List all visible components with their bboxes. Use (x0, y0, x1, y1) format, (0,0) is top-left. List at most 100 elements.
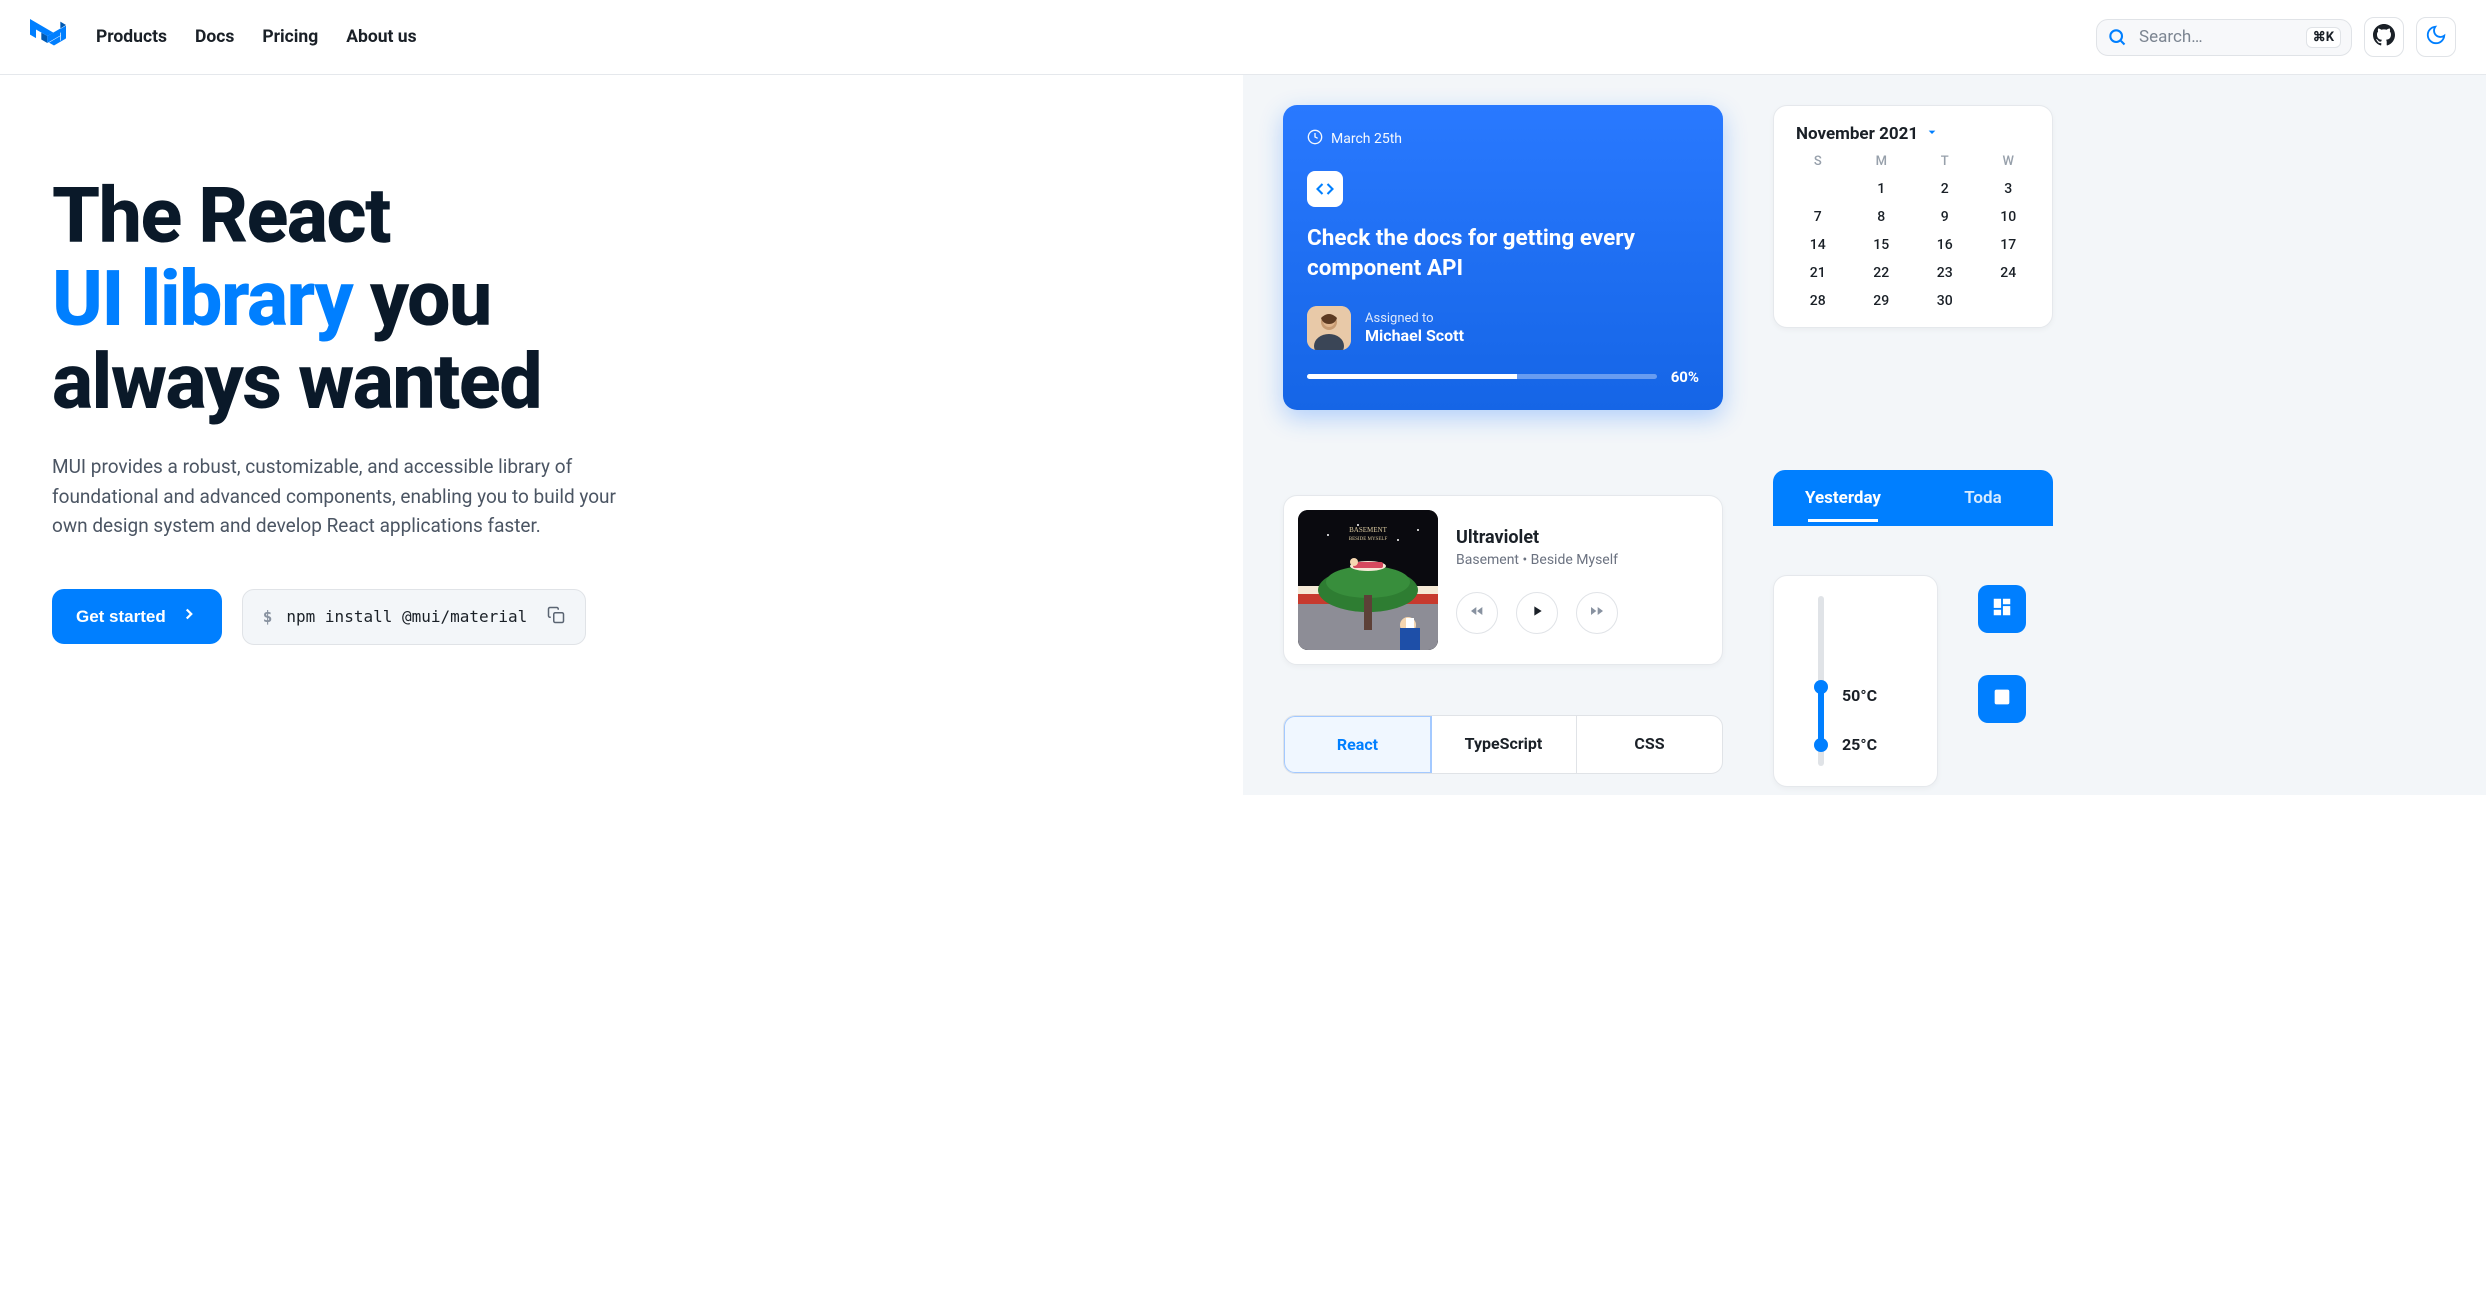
cta-row: Get started $ npm install @mui/material (52, 589, 1243, 645)
main: The React UI library you always wanted M… (0, 75, 2486, 795)
search-kbd: ⌘K (2306, 27, 2341, 48)
github-button[interactable] (2364, 17, 2404, 57)
temp-handle-lo[interactable] (1814, 738, 1828, 752)
dow: S (1786, 154, 1850, 169)
nav-about[interactable]: About us (346, 27, 416, 47)
play-icon (1529, 603, 1545, 623)
day[interactable]: 30 (1913, 293, 1977, 309)
temp-handle-hi[interactable] (1814, 680, 1828, 694)
media-meta: Ultraviolet Basement • Beside Myself (1456, 527, 1618, 634)
rewind-icon (1469, 603, 1485, 623)
day[interactable] (1977, 293, 2041, 309)
progress-percent: 60% (1671, 368, 1699, 386)
temp-labels: 50°C 25°C (1842, 596, 1877, 766)
hero-line3b: always wanted (52, 337, 541, 427)
task-card[interactable]: March 25th Check the docs for getting ev… (1283, 105, 1723, 410)
calendar-card[interactable]: November 2021 S M T W 1 2 3 7 8 9 10 14 … (1773, 105, 2053, 328)
search-placeholder: Search… (2139, 27, 2306, 47)
square-icon (1991, 686, 2013, 712)
code-icon (1307, 171, 1343, 207)
hero-subtitle: MUI provides a robust, customizable, and… (52, 452, 652, 540)
temperature-card[interactable]: 50°C 25°C (1773, 575, 1938, 787)
install-command[interactable]: $ npm install @mui/material (242, 589, 586, 645)
media-controls (1456, 592, 1618, 634)
task-progress: 60% (1307, 368, 1699, 386)
day[interactable]: 21 (1786, 265, 1850, 281)
day[interactable]: 29 (1850, 293, 1914, 309)
day[interactable]: 7 (1786, 209, 1850, 225)
nav-products[interactable]: Products (96, 27, 167, 47)
svg-text:BESIDE MYSELF: BESIDE MYSELF (1349, 537, 1388, 542)
forward-icon (1589, 603, 1605, 623)
hero-line2: UI library (52, 254, 352, 344)
play-button[interactable] (1516, 592, 1558, 634)
code-tabs: React TypeScript CSS (1283, 715, 1723, 774)
day[interactable]: 8 (1850, 209, 1914, 225)
day[interactable]: 3 (1977, 181, 2041, 197)
dropdown-icon (1924, 124, 1940, 144)
day[interactable]: 15 (1850, 237, 1914, 253)
avatar (1307, 306, 1351, 350)
chevron-right-icon (180, 605, 198, 628)
calendar-grid: S M T W 1 2 3 7 8 9 10 14 15 16 17 21 22… (1786, 154, 2040, 309)
day[interactable]: 10 (1977, 209, 2041, 225)
day[interactable]: 17 (1977, 237, 2041, 253)
dashboard-icon (1991, 596, 2013, 622)
rewind-button[interactable] (1456, 592, 1498, 634)
dow: T (1913, 154, 1977, 169)
get-started-button[interactable]: Get started (52, 589, 222, 644)
assigned-label: Assigned to (1365, 311, 1464, 326)
get-started-label: Get started (76, 607, 166, 627)
day[interactable]: 22 (1850, 265, 1914, 281)
calendar-month: November 2021 (1796, 124, 1918, 144)
install-text: npm install @mui/material (286, 607, 527, 626)
day[interactable]: 1 (1850, 181, 1914, 197)
day[interactable]: 9 (1913, 209, 1977, 225)
nav-docs[interactable]: Docs (195, 27, 234, 47)
dow: M (1850, 154, 1914, 169)
day[interactable]: 2 (1913, 181, 1977, 197)
copy-icon[interactable] (547, 606, 565, 628)
album-art: BASEMENT BESIDE MYSELF (1298, 510, 1438, 650)
hero: The React UI library you always wanted M… (0, 75, 1243, 795)
dow: W (1977, 154, 2041, 169)
day[interactable]: 23 (1913, 265, 1977, 281)
assignee-meta: Assigned to Michael Scott (1365, 311, 1464, 345)
moon-icon (2425, 24, 2447, 50)
github-icon (2373, 24, 2395, 50)
theme-toggle-button[interactable] (2416, 17, 2456, 57)
showcase: March 25th Check the docs for getting ev… (1243, 75, 2486, 795)
nav-pricing[interactable]: Pricing (262, 27, 318, 47)
temp-slider[interactable] (1818, 596, 1824, 766)
day[interactable]: 14 (1786, 237, 1850, 253)
main-nav: Products Docs Pricing About us (96, 27, 417, 47)
hero-title: The React UI library you always wanted (52, 175, 1243, 424)
calendar-header[interactable]: November 2021 (1786, 124, 2040, 154)
temp-lo: 25°C (1842, 735, 1877, 754)
search-input[interactable]: Search… ⌘K (2096, 19, 2352, 56)
forward-button[interactable] (1576, 592, 1618, 634)
tab-react[interactable]: React (1283, 715, 1432, 774)
day[interactable] (1786, 181, 1850, 197)
tab-css[interactable]: CSS (1577, 716, 1722, 773)
action-button[interactable] (1978, 675, 2026, 723)
assignee-name: Michael Scott (1365, 326, 1464, 345)
hero-line1: The React (52, 171, 390, 261)
header: Products Docs Pricing About us Search… ⌘… (0, 0, 2486, 75)
dashboard-button[interactable] (1978, 585, 2026, 633)
tab-today[interactable]: Toda (1913, 474, 2053, 522)
clock-icon (1307, 129, 1323, 149)
track-artist: Basement • Beside Myself (1456, 552, 1618, 568)
progress-fill (1307, 374, 1517, 379)
media-card[interactable]: BASEMENT BESIDE MYSELF Ultraviolet Basem… (1283, 495, 1723, 665)
day[interactable]: 28 (1786, 293, 1850, 309)
day[interactable]: 24 (1977, 265, 2041, 281)
search-icon (2107, 27, 2127, 47)
track-title: Ultraviolet (1456, 527, 1618, 548)
mui-logo[interactable] (30, 19, 66, 55)
tab-typescript[interactable]: TypeScript (1431, 716, 1577, 773)
tab-yesterday[interactable]: Yesterday (1773, 474, 1913, 522)
day[interactable]: 16 (1913, 237, 1977, 253)
day-tabs: Yesterday Toda (1773, 470, 2053, 526)
task-date: March 25th (1307, 129, 1699, 149)
